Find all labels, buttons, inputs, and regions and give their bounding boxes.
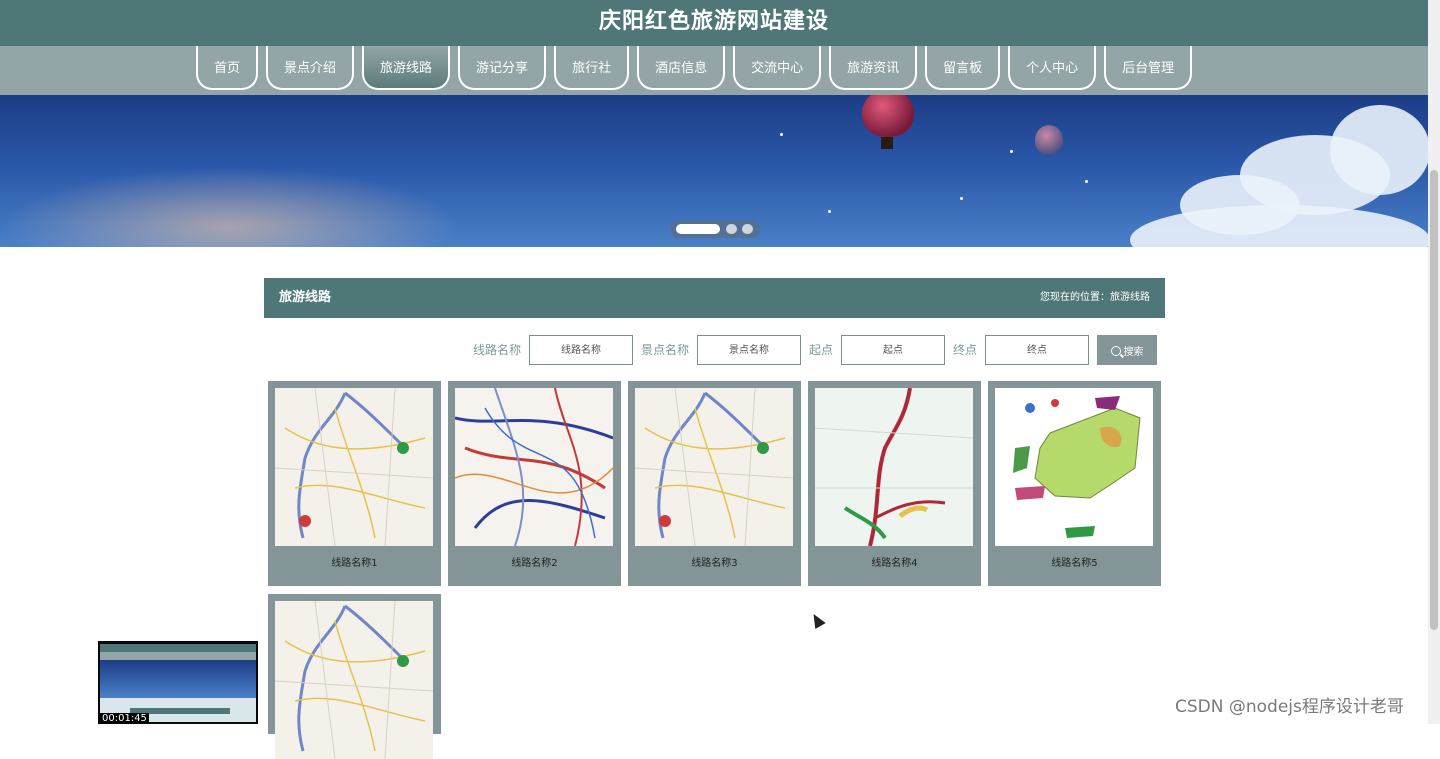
scrollbar-thumb[interactable] <box>1430 170 1438 630</box>
route-card[interactable]: 线路名称2 <box>448 381 621 586</box>
route-card[interactable]: 线路名称1 <box>268 381 441 586</box>
site-header: 庆阳红色旅游网站建设 <box>0 0 1428 46</box>
nav-item-travel-agency[interactable]: 旅行社 <box>554 46 630 90</box>
route-name: 线路名称1 <box>331 558 378 569</box>
nav-item-scenic-intro[interactable]: 景点介绍 <box>266 46 355 90</box>
end-point-label: 终点 <box>953 343 978 357</box>
video-timestamp: 00:01:45 <box>100 713 149 724</box>
search-form: 线路名称 景点名称 起点 终点 <box>0 335 1440 365</box>
route-map-image <box>455 388 613 546</box>
hot-air-balloon-image <box>862 95 914 137</box>
route-map-image <box>635 388 793 546</box>
route-name: 线路名称4 <box>871 558 918 569</box>
banner-star <box>828 210 831 213</box>
banner-star <box>1085 180 1088 183</box>
mouse-cursor-icon <box>808 610 826 630</box>
route-name-input[interactable] <box>529 335 633 365</box>
route-name: 线路名称2 <box>511 558 558 569</box>
start-point-input[interactable] <box>841 335 945 365</box>
nav-item-travel-notes[interactable]: 游记分享 <box>458 46 547 90</box>
section-header: 旅游线路 您现在的位置：旅游线路 <box>264 278 1165 318</box>
banner-slider-dots <box>670 220 760 238</box>
route-name: 线路名称5 <box>1051 558 1098 569</box>
banner-star <box>960 197 963 200</box>
hot-air-balloon-image <box>1035 125 1063 155</box>
nav-list: 首页 景点介绍 旅游线路 游记分享 旅行社 酒店信息 交流中心 旅游资讯 留言板… <box>196 46 1200 95</box>
cloud-image <box>1130 205 1428 247</box>
route-card[interactable]: 线路名称5 <box>988 381 1161 586</box>
nav-item-home[interactable]: 首页 <box>196 46 259 90</box>
route-map-image <box>815 388 973 546</box>
nav-item-travel-news[interactable]: 旅游资讯 <box>829 46 918 90</box>
breadcrumb: 您现在的位置：旅游线路 <box>1040 292 1150 303</box>
route-name: 线路名称3 <box>691 558 738 569</box>
route-card[interactable]: 线路名称3 <box>628 381 801 586</box>
search-button-label: 搜索 <box>1123 346 1144 358</box>
nav-item-forum[interactable]: 交流中心 <box>733 46 822 90</box>
cloud-image <box>1330 105 1428 195</box>
start-point-label: 起点 <box>809 343 834 357</box>
banner-glow <box>0 167 460 247</box>
route-map-image <box>995 388 1153 546</box>
banner-star <box>1010 150 1013 153</box>
search-button[interactable]: 搜索 <box>1097 335 1157 365</box>
slider-dot-2[interactable] <box>726 224 737 234</box>
hero-banner[interactable] <box>0 95 1428 247</box>
route-map-image <box>275 601 433 759</box>
end-point-input[interactable] <box>985 335 1089 365</box>
main-nav: 首页 景点介绍 旅游线路 游记分享 旅行社 酒店信息 交流中心 旅游资讯 留言板… <box>0 46 1428 95</box>
video-preview[interactable]: 00:01:45 <box>98 641 258 724</box>
nav-item-user-center[interactable]: 个人中心 <box>1008 46 1097 90</box>
video-preview-screen <box>100 644 256 722</box>
banner-star <box>780 133 783 136</box>
watermark: CSDN @nodejs程序设计老哥 <box>1175 697 1404 717</box>
scenic-name-label: 景点名称 <box>641 343 690 357</box>
route-map-image <box>275 388 433 546</box>
site-title: 庆阳红色旅游网站建设 <box>598 9 829 34</box>
route-card[interactable]: 线路名称4 <box>808 381 981 586</box>
route-card[interactable] <box>268 594 441 759</box>
nav-item-admin[interactable]: 后台管理 <box>1104 46 1193 90</box>
section-title: 旅游线路 <box>279 290 332 305</box>
nav-item-travel-routes[interactable]: 旅游线路 <box>362 46 451 90</box>
search-icon <box>1110 345 1121 356</box>
route-name-label: 线路名称 <box>473 343 522 357</box>
page-scrollbar[interactable] <box>1428 0 1440 724</box>
nav-item-hotel-info[interactable]: 酒店信息 <box>637 46 726 90</box>
nav-item-message-board[interactable]: 留言板 <box>925 46 1001 90</box>
slider-dot-3[interactable] <box>742 224 753 234</box>
slider-dot-1[interactable] <box>676 224 720 234</box>
scenic-name-input[interactable] <box>697 335 801 365</box>
balloon-basket-image <box>881 137 893 149</box>
